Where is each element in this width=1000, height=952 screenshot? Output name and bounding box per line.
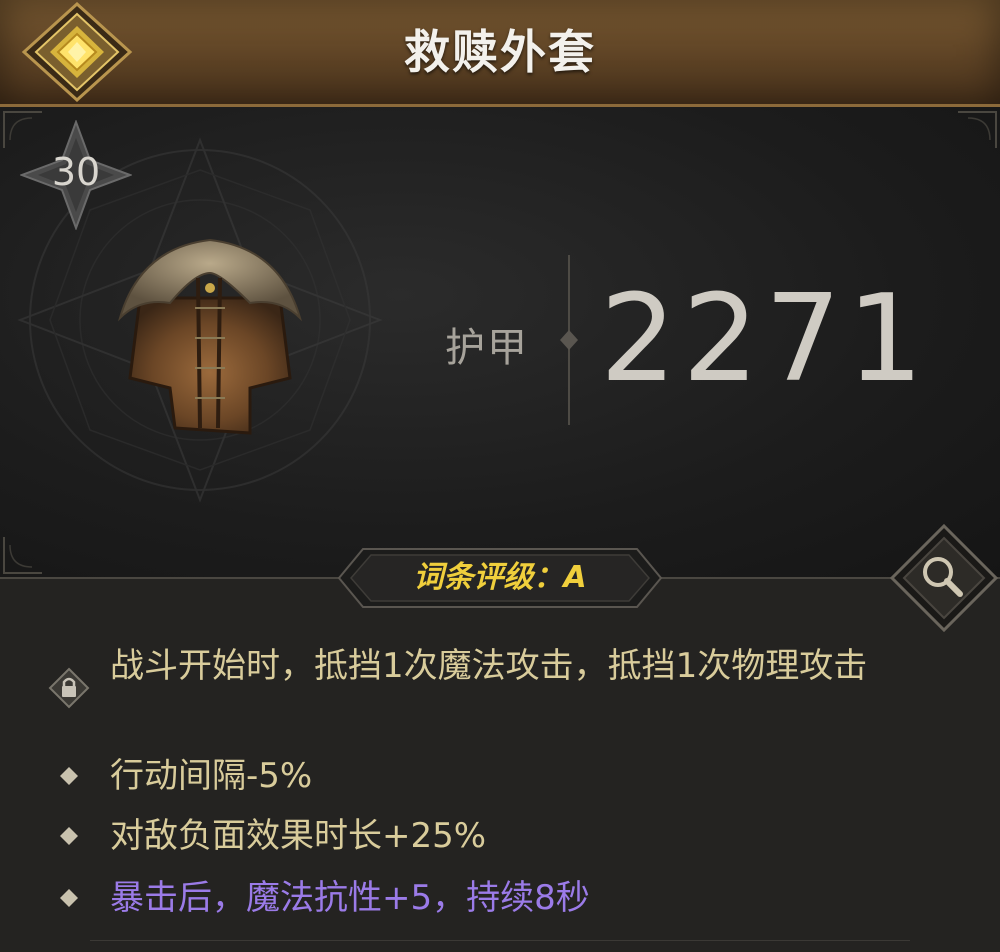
diamond-bullet-icon bbox=[60, 767, 78, 785]
affix-line-3: 对敌负面效果时长+25% bbox=[110, 816, 487, 856]
diamond-bullet-icon bbox=[60, 827, 78, 845]
corner-ornament-top-right bbox=[958, 111, 997, 148]
fur-coat-armor-icon bbox=[117, 238, 303, 435]
corner-ornament-bottom-left bbox=[3, 537, 42, 574]
panel-bottom-divider bbox=[90, 940, 910, 941]
affix-line-4: 暴击后，魔法抗性+5，持续8秒 bbox=[110, 878, 590, 918]
armor-divider-ornament bbox=[560, 255, 578, 425]
item-level: 30 bbox=[51, 150, 101, 194]
diamond-bullet-icon bbox=[60, 889, 78, 907]
armor-label: 护甲 bbox=[445, 325, 529, 371]
armor-value: 2271 bbox=[600, 270, 930, 409]
lock-icon bbox=[48, 667, 90, 709]
inspect-search-button[interactable] bbox=[888, 522, 1000, 634]
affix-line-1: 战斗开始时，抵挡1次魔法攻击，抵挡1次物理攻击 bbox=[110, 646, 868, 686]
item-title: 救赎外套 bbox=[404, 25, 596, 79]
affix-line-2: 行动间隔-5% bbox=[110, 756, 313, 796]
affix-grade: 词条评级：A bbox=[413, 560, 587, 595]
